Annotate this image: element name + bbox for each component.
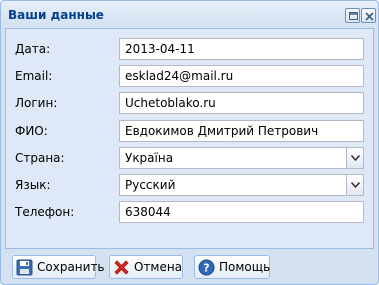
country-select[interactable]: Україна	[119, 147, 364, 169]
language-row: Язык: Русский	[6, 174, 373, 196]
login-label: Логин:	[15, 96, 58, 110]
cancel-button[interactable]: Отмена	[109, 255, 183, 279]
user-data-window: Ваши данные Дата: 2013-04-11 Email: eskl…	[0, 0, 379, 285]
language-label: Язык:	[15, 178, 51, 192]
help-button[interactable]: ? Помощь	[194, 255, 270, 279]
country-row: Страна: Україна	[6, 147, 373, 169]
button-bar: Сохранить Отмена ? Помощь	[1, 251, 378, 284]
help-button-label: Помощь	[219, 260, 271, 274]
date-field[interactable]: 2013-04-11	[119, 38, 364, 60]
close-icon[interactable]	[361, 8, 376, 23]
save-button[interactable]: Сохранить	[12, 255, 105, 279]
email-label: Email:	[15, 69, 53, 83]
form-panel: Дата: 2013-04-11 Email: esklad24@mail.ru…	[5, 28, 374, 249]
language-select[interactable]: Русский	[119, 174, 364, 196]
country-label: Страна:	[15, 151, 65, 165]
phone-row: Телефон: 638044	[6, 201, 373, 223]
fio-label: ФИО:	[15, 124, 48, 138]
country-value: Україна	[125, 151, 174, 165]
date-row: Дата: 2013-04-11	[6, 38, 373, 60]
save-button-label: Сохранить	[37, 260, 105, 274]
fio-row: ФИО: Евдокимов Дмитрий Петрович	[6, 120, 373, 142]
country-dropdown-trigger[interactable]	[346, 148, 363, 168]
window-title: Ваши данные	[8, 8, 104, 22]
floppy-disk-icon	[16, 259, 33, 276]
email-row: Email: esklad24@mail.ru	[6, 65, 373, 87]
chevron-down-icon	[351, 155, 360, 161]
fio-field[interactable]: Евдокимов Дмитрий Петрович	[119, 120, 364, 142]
login-row: Логин: Uchetoblako.ru	[6, 92, 373, 114]
maximize-icon[interactable]	[345, 8, 360, 23]
phone-field[interactable]: 638044	[119, 201, 364, 223]
question-mark-icon: ?	[198, 259, 215, 276]
language-dropdown-trigger[interactable]	[346, 175, 363, 195]
email-field[interactable]: esklad24@mail.ru	[119, 65, 364, 87]
svg-text:?: ?	[203, 262, 209, 275]
date-label: Дата:	[15, 42, 51, 56]
phone-label: Телефон:	[15, 205, 75, 219]
cancel-button-label: Отмена	[134, 260, 183, 274]
language-value: Русский	[125, 178, 176, 192]
red-x-icon	[114, 260, 129, 275]
chevron-down-icon	[351, 182, 360, 188]
login-field[interactable]: Uchetoblako.ru	[119, 92, 364, 114]
window-titlebar[interactable]: Ваши данные	[1, 1, 378, 28]
